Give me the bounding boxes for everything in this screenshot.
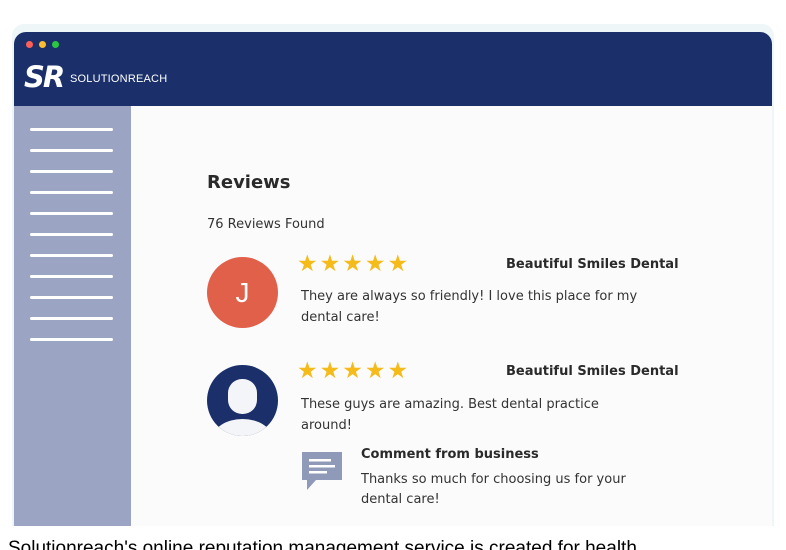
review-count: 76 Reviews Found [207, 217, 325, 232]
star-icon: ★ [364, 358, 386, 384]
solutionreach-logo-mark: SR [24, 60, 65, 94]
sidebar-menu [14, 106, 131, 526]
star-icon: ★ [387, 251, 409, 277]
sidebar-item[interactable] [30, 275, 113, 278]
header-bar: SR SOLUTIONREACH [14, 32, 772, 106]
sidebar-item[interactable] [30, 233, 113, 236]
sidebar-item[interactable] [30, 170, 113, 173]
avatar: J [207, 257, 278, 328]
sidebar-item[interactable] [30, 254, 113, 257]
person-silhouette-icon [212, 379, 273, 436]
star-icon: ★ [297, 358, 318, 384]
avatar [207, 365, 278, 436]
caption-text: Solutionreach's online reputation manage… [8, 538, 637, 550]
window-close-dot[interactable] [26, 41, 33, 48]
business-comment-text: Thanks so much for choosing us for your … [361, 472, 626, 507]
business-name: Beautiful Smiles Dental [506, 257, 679, 272]
star-rating: ★★★★★ [297, 358, 410, 384]
star-icon: ★ [342, 358, 363, 384]
star-icon: ★ [387, 358, 409, 384]
page-title: Reviews [207, 172, 291, 193]
sidebar-item[interactable] [30, 149, 113, 152]
sidebar-item[interactable] [30, 191, 113, 194]
star-icon: ★ [342, 251, 363, 277]
review-text: These guys are amazing. Best dental prac… [301, 397, 599, 433]
speech-bubble-icon [302, 452, 342, 490]
star-icon: ★ [364, 251, 386, 277]
star-icon: ★ [319, 358, 341, 384]
star-icon: ★ [319, 251, 341, 277]
review-text: They are always so friendly! I love this… [301, 289, 638, 325]
sidebar-item[interactable] [30, 296, 113, 299]
business-name: Beautiful Smiles Dental [506, 364, 679, 379]
sidebar-item[interactable] [30, 128, 113, 131]
window-minimize-dot[interactable] [39, 41, 46, 48]
window-maximize-dot[interactable] [52, 41, 59, 48]
sidebar-item[interactable] [30, 317, 113, 320]
business-comment-heading: Comment from business [361, 447, 539, 462]
star-icon: ★ [297, 251, 318, 277]
sidebar-item[interactable] [30, 338, 113, 341]
solutionreach-logo-text: SOLUTIONREACH [70, 73, 168, 85]
sidebar-item[interactable] [30, 212, 113, 215]
star-rating: ★★★★★ [297, 251, 410, 277]
